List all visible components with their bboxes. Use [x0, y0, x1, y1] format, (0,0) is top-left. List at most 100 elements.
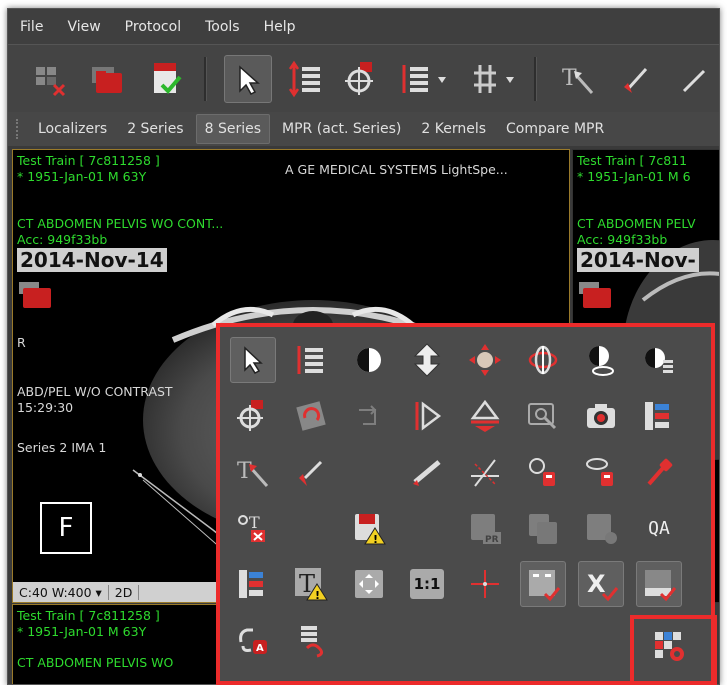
- stack-options-dropdown[interactable]: [396, 55, 456, 103]
- palette-wl-presets-button[interactable]: [636, 337, 682, 383]
- palette-roi-ellipse-measure-button[interactable]: [578, 449, 624, 495]
- palette-text-warning-button[interactable]: T!: [288, 561, 334, 607]
- report-check-button[interactable]: [142, 55, 190, 103]
- palette-arrow-annotation-button[interactable]: [288, 449, 334, 495]
- palette-crosshair-button[interactable]: [230, 393, 276, 439]
- menu-help[interactable]: Help: [252, 19, 308, 35]
- menu-view[interactable]: View: [55, 19, 112, 35]
- palette-roi-ellipse-button[interactable]: [578, 337, 624, 383]
- pointer-tool-button[interactable]: [224, 55, 272, 103]
- arrow-pointer-icon: [244, 346, 263, 374]
- palette-crosshair-button-2[interactable]: [462, 561, 508, 607]
- palette-fit-button[interactable]: [346, 561, 392, 607]
- study-date-secondary: 2014-Nov-: [577, 248, 699, 272]
- svg-text:!: !: [373, 533, 378, 546]
- svg-text:T: T: [562, 66, 577, 91]
- save-series-icon: [587, 514, 617, 544]
- open-folder-button[interactable]: [84, 55, 132, 103]
- menu-protocol[interactable]: Protocol: [113, 19, 193, 35]
- series-tab-localizers[interactable]: Localizers: [30, 115, 115, 143]
- remove-series-button[interactable]: [26, 55, 74, 103]
- series-image-number: Series 2 IMA 1: [17, 440, 107, 455]
- stack-link-icon: [301, 626, 324, 658]
- palette-delete-annotation-button[interactable]: T: [230, 505, 276, 551]
- actual-size-label: 1:1: [409, 569, 445, 599]
- flip-horizontal-icon: [415, 401, 442, 431]
- series-tab-2-series[interactable]: 2 Series: [119, 115, 191, 143]
- view-mode[interactable]: 2D: [109, 584, 140, 600]
- palette-toggle-crosshair-button[interactable]: X: [578, 561, 624, 607]
- palette-roi-circle-button[interactable]: [520, 449, 566, 495]
- palette-rotate-3d-button[interactable]: [520, 337, 566, 383]
- measure-button[interactable]: [670, 55, 718, 103]
- arrow-annotation-icon: [299, 460, 323, 486]
- svg-text:T: T: [249, 513, 260, 532]
- study-description: CT ABDOMEN PELVIS WO CONT...: [17, 216, 224, 231]
- layout-grid-icon: [474, 65, 514, 93]
- hand-pan-icon: [469, 344, 501, 376]
- tree-export-icon: [645, 402, 669, 430]
- ruler-icon: [413, 460, 441, 486]
- layout-dropdown[interactable]: [464, 55, 524, 103]
- stack-dropdown-icon: [402, 65, 446, 93]
- palette-pan-button[interactable]: [404, 337, 450, 383]
- palette-link-button[interactable]: [346, 393, 392, 439]
- side-marker: R: [17, 335, 26, 350]
- palette-rotate-image-button[interactable]: [288, 393, 334, 439]
- palette-toggle-status-bar-button[interactable]: [636, 561, 682, 607]
- palette-flip-horizontal-button[interactable]: [404, 393, 450, 439]
- arrow-pointer-icon: [239, 65, 260, 95]
- palette-angle-button[interactable]: [462, 449, 508, 495]
- annotation-text-button[interactable]: T: [554, 55, 602, 103]
- palette-snapshot-button[interactable]: [578, 393, 624, 439]
- stack-browse-button[interactable]: [282, 55, 330, 103]
- palette-tree-button[interactable]: [230, 561, 276, 607]
- palette-pointer-button[interactable]: [230, 337, 276, 383]
- palette-qa-button[interactable]: QA: [636, 505, 682, 551]
- svg-text:PR: PR: [485, 535, 499, 545]
- accession-number: Acc: 949f33bb: [17, 232, 108, 247]
- palette-flip-vertical-button[interactable]: [462, 393, 508, 439]
- roi-circle-icon: [529, 458, 555, 486]
- palette-toggle-overlay-button[interactable]: [520, 561, 566, 607]
- menu-file[interactable]: File: [8, 19, 55, 35]
- palette-save-series-button[interactable]: [578, 505, 624, 551]
- palette-window-level-button[interactable]: [346, 337, 392, 383]
- flip-vertical-icon: [470, 399, 500, 432]
- palette-link-series-button[interactable]: A: [230, 617, 276, 663]
- palette-export-tree-button[interactable]: [636, 393, 682, 439]
- palette-actual-size-button[interactable]: 1:1: [404, 561, 450, 607]
- patient-dob-secondary: * 1951-Jan-01 M 6: [577, 169, 691, 184]
- series-tab-8-series[interactable]: 8 Series: [195, 114, 271, 144]
- crosshair-sync-button[interactable]: [338, 55, 386, 103]
- arrow-annotation-button[interactable]: [612, 55, 660, 103]
- roi-ellipse-icon: [589, 346, 614, 376]
- acquisition-time: 15:29:30: [17, 400, 74, 415]
- series-tab-mpr[interactable]: MPR (act. Series): [274, 115, 409, 143]
- palette-link-stack-button[interactable]: [288, 617, 334, 663]
- folder-stack-icon: [92, 67, 122, 93]
- series-tab-compare-mpr[interactable]: Compare MPR: [498, 115, 612, 143]
- toolbar-grip[interactable]: [16, 119, 22, 139]
- contrast-icon: [357, 348, 381, 372]
- series-tab-2-kernels[interactable]: 2 Kernels: [413, 115, 494, 143]
- rotate-image-icon: [296, 401, 326, 431]
- remove-series-icon: [36, 67, 66, 97]
- palette-save-warning-button[interactable]: !: [346, 505, 392, 551]
- palette-text-annotation-button[interactable]: T: [230, 449, 276, 495]
- palette-stack-button[interactable]: [288, 337, 334, 383]
- palette-save-pr-button[interactable]: PR: [462, 505, 508, 551]
- svg-text:T: T: [237, 459, 252, 484]
- palette-hand-pan-button[interactable]: [462, 337, 508, 383]
- palette-pipette-button[interactable]: [636, 449, 682, 495]
- menu-tools[interactable]: Tools: [193, 19, 252, 35]
- palette-copy-save-button[interactable]: [520, 505, 566, 551]
- window-level-value[interactable]: C:40 W:400 ▾: [13, 584, 109, 600]
- crosshair-icon: [471, 570, 499, 598]
- patient-name-bottom: Test Train [ 7c811258 ]: [17, 608, 160, 623]
- study-date: 2014-Nov-14: [17, 248, 167, 272]
- folder-stack-icon: [579, 282, 611, 308]
- delete-annotation-icon: T: [238, 513, 265, 542]
- palette-magnify-button[interactable]: [520, 393, 566, 439]
- palette-ruler-button[interactable]: [404, 449, 450, 495]
